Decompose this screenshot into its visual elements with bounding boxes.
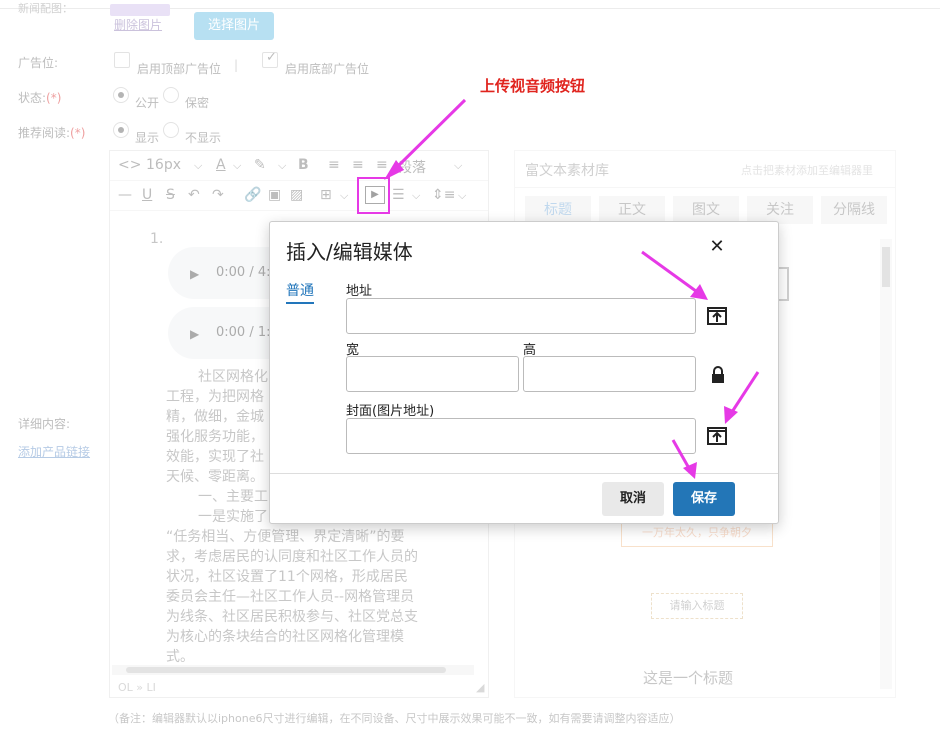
arrow-head <box>724 406 738 424</box>
annotation-arrows <box>384 98 760 479</box>
arrow-to-save-button <box>671 439 692 471</box>
arrow-to-cover-upload <box>728 371 760 416</box>
arrow-to-media-button <box>390 98 467 174</box>
page: 新闻配图： 删除图片 选择图片 广告位: 启用顶部广告位 | ✓ 启用底部广告位… <box>0 0 940 745</box>
arrow-head <box>690 284 708 300</box>
arrow-head <box>683 462 697 479</box>
arrow-to-address-upload <box>641 250 701 296</box>
